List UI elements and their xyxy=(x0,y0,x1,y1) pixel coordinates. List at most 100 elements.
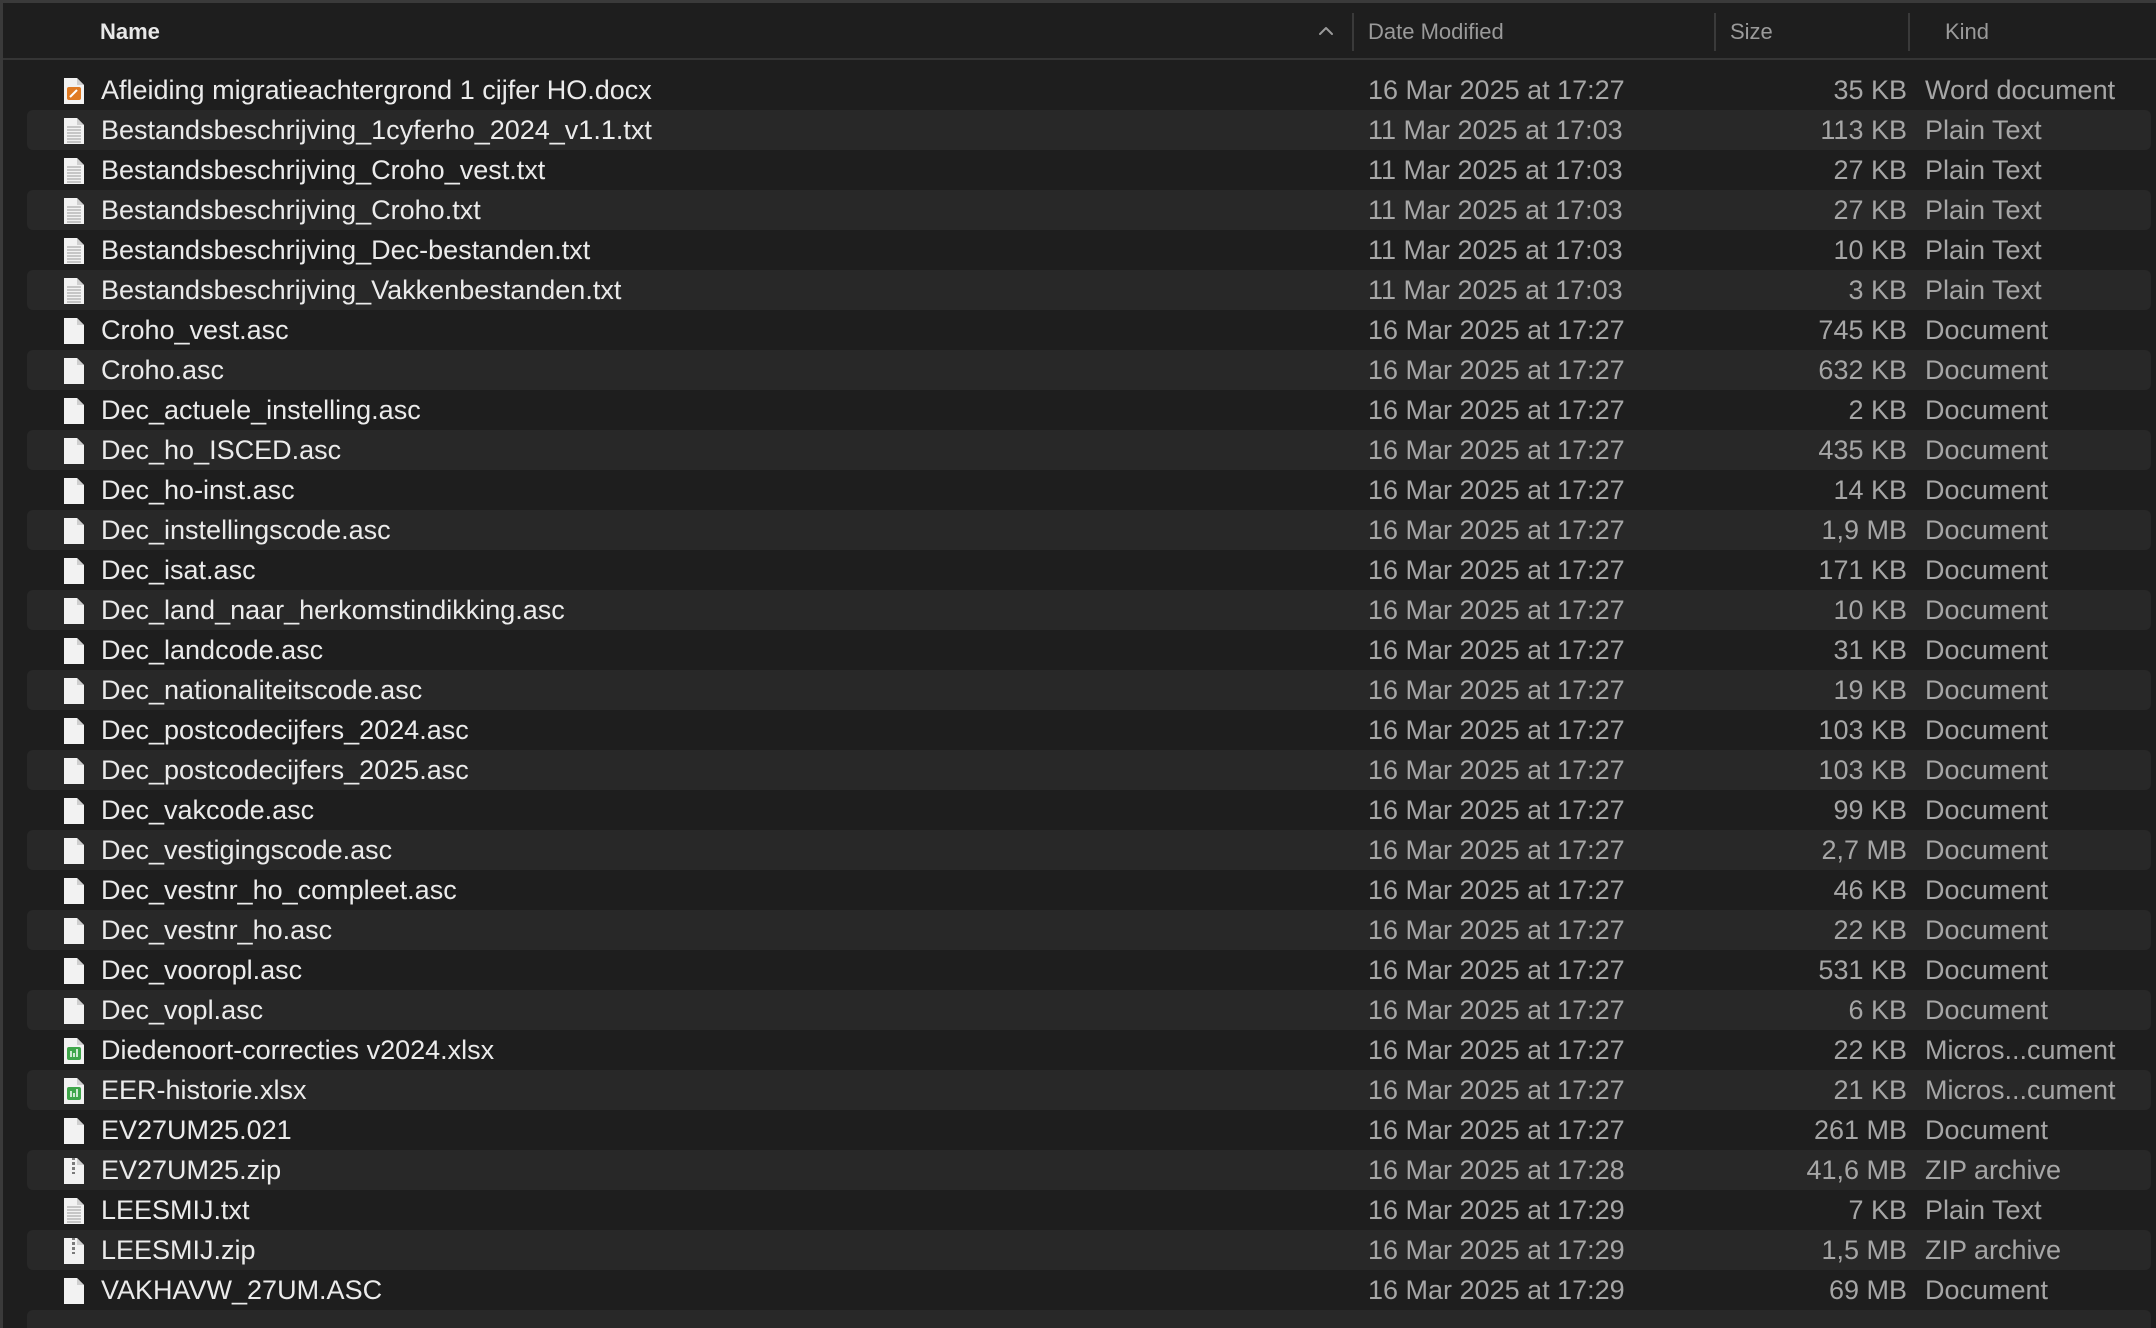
file-kind: Document xyxy=(1925,1115,2049,1145)
file-row[interactable]: EV27UM25.zip 16 Mar 2025 at 17:28 41,6 MB Z… xyxy=(27,1150,2151,1190)
file-kind: Document xyxy=(1925,1275,2049,1305)
file-row[interactable]: Dec_ho_ISCED.asc 16 Mar 2025 at 17:27 435 … xyxy=(27,430,2151,470)
file-name: Bestandsbeschrijving_Dec-bestanden.txt xyxy=(101,235,591,265)
file-kind: Document xyxy=(1925,915,2049,945)
file-row[interactable]: Dec_vestnr_ho_compleet.asc 16 Mar 2025 at… xyxy=(27,870,2151,910)
file-row[interactable]: VAKHAVW_27UM.ASC 16 Mar 2025 at 17:29 69 M… xyxy=(27,1270,2151,1310)
file-size: 69 MB xyxy=(1828,1275,1907,1305)
document-icon xyxy=(64,838,84,864)
document-icon xyxy=(64,398,84,424)
file-size: 10 KB xyxy=(1833,595,1907,625)
file-row[interactable]: Bestandsbeschrijving_Dec-bestanden.txt 11… xyxy=(27,230,2151,270)
file-name: Bestandsbeschrijving_Croho_vest.txt xyxy=(101,155,546,185)
column-separator[interactable] xyxy=(1714,13,1716,51)
document-icon xyxy=(64,758,84,784)
file-size: 27 KB xyxy=(1833,195,1907,225)
file-row[interactable]: Bestandsbeschrijving_Croho_vest.txt 11 Ma… xyxy=(27,150,2151,190)
excel-doc-icon xyxy=(64,1078,84,1104)
file-row[interactable]: Dec_isat.asc 16 Mar 2025 at 17:27 171 KB Do… xyxy=(27,550,2151,590)
file-kind: Plain Text xyxy=(1925,1195,2042,1225)
file-size: 21 KB xyxy=(1833,1075,1907,1105)
file-date-modified: 16 Mar 2025 at 17:27 xyxy=(1368,995,1625,1025)
file-kind: Word document xyxy=(1925,75,2116,105)
column-separator[interactable] xyxy=(1352,13,1354,51)
column-header-kind[interactable]: Kind xyxy=(1945,3,1989,60)
file-row[interactable]: LEESMIJ.zip 16 Mar 2025 at 17:29 1,5 MB ZIP… xyxy=(27,1230,2151,1270)
file-row[interactable]: Dec_ho-inst.asc 16 Mar 2025 at 17:27 14 KB… xyxy=(27,470,2151,510)
sort-ascending-chevron-icon[interactable] xyxy=(1318,23,1334,39)
column-header-size[interactable]: Size xyxy=(1730,3,1773,60)
zip-archive-icon xyxy=(64,1238,84,1264)
file-row[interactable]: LEESMIJ.txt 16 Mar 2025 at 17:29 7 KB Plain… xyxy=(27,1190,2151,1230)
file-row[interactable]: Dec_actuele_instelling.asc 16 Mar 2025 at… xyxy=(27,390,2151,430)
file-size: 2 KB xyxy=(1848,395,1907,425)
file-size: 3 KB xyxy=(1848,275,1907,305)
document-icon xyxy=(64,638,84,664)
file-name: Dec_vestnr_ho_compleet.asc xyxy=(101,875,457,905)
file-size: 41,6 MB xyxy=(1806,1155,1907,1185)
file-row[interactable]: Dec_vestigingscode.asc 16 Mar 2025 at 17:… xyxy=(27,830,2151,870)
file-row[interactable]: Dec_nationaliteitscode.asc 16 Mar 2025 at… xyxy=(27,670,2151,710)
file-row[interactable]: Bestandsbeschrijving_Croho.txt 11 Mar 202… xyxy=(27,190,2151,230)
text-file-icon xyxy=(64,118,84,144)
file-row[interactable]: Dec_postcodecijfers_2025.asc 16 Mar 2025 … xyxy=(27,750,2151,790)
file-row[interactable]: Dec_vakcode.asc 16 Mar 2025 at 17:27 99 KB… xyxy=(27,790,2151,830)
text-file-icon xyxy=(64,1198,84,1224)
file-row[interactable]: Croho_vest.asc 16 Mar 2025 at 17:27 745 KB… xyxy=(27,310,2151,350)
file-row[interactable]: Diedenoort-correcties v2024.xlsx 16 Mar 2… xyxy=(27,1030,2151,1070)
file-kind: Document xyxy=(1925,755,2049,785)
file-kind: Document xyxy=(1925,995,2049,1025)
list-row-partial xyxy=(27,1310,2151,1328)
file-row[interactable]: Dec_vopl.asc 16 Mar 2025 at 17:27 6 KB Docu… xyxy=(27,990,2151,1030)
file-date-modified: 16 Mar 2025 at 17:27 xyxy=(1368,635,1625,665)
file-name: Dec_isat.asc xyxy=(101,555,256,585)
file-size: 1,9 MB xyxy=(1821,515,1907,545)
excel-doc-icon xyxy=(64,1038,84,1064)
file-row[interactable]: Bestandsbeschrijving_Vakkenbestanden.txt… xyxy=(27,270,2151,310)
file-name: EV27UM25.zip xyxy=(101,1155,282,1185)
file-size: 46 KB xyxy=(1833,875,1907,905)
column-header-bar: Name Date Modified Size Kind xyxy=(3,0,2156,60)
file-row[interactable]: Dec_vooropl.asc 16 Mar 2025 at 17:27 531 K… xyxy=(27,950,2151,990)
document-icon xyxy=(64,1118,84,1144)
file-row[interactable]: EV27UM25.021 16 Mar 2025 at 17:27 261 MB Do… xyxy=(27,1110,2151,1150)
document-icon xyxy=(64,958,84,984)
file-name: Croho.asc xyxy=(101,355,225,385)
file-row[interactable]: Dec_instellingscode.asc 16 Mar 2025 at 17… xyxy=(27,510,2151,550)
file-date-modified: 16 Mar 2025 at 17:27 xyxy=(1368,1115,1625,1145)
column-separator[interactable] xyxy=(1908,13,1910,51)
file-kind: Document xyxy=(1925,515,2049,545)
zip-archive-icon xyxy=(64,1158,84,1184)
file-date-modified: 16 Mar 2025 at 17:27 xyxy=(1368,795,1625,825)
text-file-icon xyxy=(64,238,84,264)
file-kind: Plain Text xyxy=(1925,115,2042,145)
file-kind: Plain Text xyxy=(1925,235,2042,265)
file-size: 103 KB xyxy=(1818,755,1907,785)
file-kind: Plain Text xyxy=(1925,275,2042,305)
document-icon xyxy=(64,558,84,584)
finder-list-view: Name Date Modified Size Kind Afleiding m… xyxy=(0,0,2156,1328)
file-size: 113 KB xyxy=(1820,115,1907,145)
file-row[interactable]: Dec_landcode.asc 16 Mar 2025 at 17:27 31 K… xyxy=(27,630,2151,670)
file-size: 103 KB xyxy=(1818,715,1907,745)
file-row[interactable]: Afleiding migratieachtergrond 1 cijfer H… xyxy=(27,70,2151,110)
file-row[interactable]: Bestandsbeschrijving_1cyferho_2024_v1.1.… xyxy=(27,110,2151,150)
file-size: 261 MB xyxy=(1813,1115,1907,1145)
column-header-name[interactable]: Name xyxy=(100,3,160,60)
file-date-modified: 16 Mar 2025 at 17:27 xyxy=(1368,715,1625,745)
file-name: Dec_ho-inst.asc xyxy=(101,475,295,505)
file-row[interactable]: Dec_postcodecijfers_2024.asc 16 Mar 2025 … xyxy=(27,710,2151,750)
file-row[interactable]: Dec_vestnr_ho.asc 16 Mar 2025 at 17:27 22 … xyxy=(27,910,2151,950)
file-name: Dec_postcodecijfers_2024.asc xyxy=(101,715,469,745)
file-size: 19 KB xyxy=(1833,675,1907,705)
file-name: Bestandsbeschrijving_Croho.txt xyxy=(101,195,481,225)
file-row[interactable]: Croho.asc 16 Mar 2025 at 17:27 632 KB Docum… xyxy=(27,350,2151,390)
file-kind: Document xyxy=(1925,955,2049,985)
file-row[interactable]: EER-historie.xlsx 16 Mar 2025 at 17:27 21 … xyxy=(27,1070,2151,1110)
column-header-date-modified[interactable]: Date Modified xyxy=(1368,3,1504,60)
file-date-modified: 11 Mar 2025 at 17:03 xyxy=(1368,195,1623,225)
file-kind: Plain Text xyxy=(1925,195,2042,225)
file-row[interactable]: Dec_land_naar_herkomstindikking.asc 16 Ma… xyxy=(27,590,2151,630)
file-kind: Document xyxy=(1925,875,2049,905)
file-name: Bestandsbeschrijving_1cyferho_2024_v1.1.… xyxy=(101,115,652,145)
